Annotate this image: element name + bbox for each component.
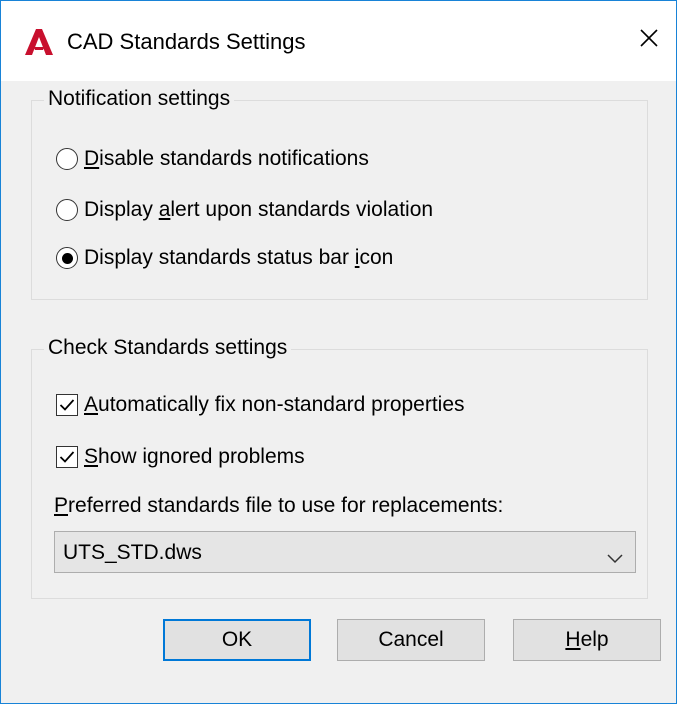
preferred-file-dropdown[interactable]: UTS_STD.dws [54,531,636,573]
radio-label: Display alert upon standards violation [84,198,434,221]
help-button[interactable]: Help [513,619,661,661]
radio-button[interactable] [56,199,78,221]
cancel-button[interactable]: Cancel [337,619,485,661]
title-bar[interactable]: CAD Standards Settings [1,1,676,81]
checkbox-show-ignored[interactable]: Show ignored problems [56,445,305,469]
radio-label: Disable standards notifications [84,147,369,170]
help-button-label: Help [565,628,609,651]
close-icon [640,29,658,53]
notification-settings-legend: Notification settings [44,87,235,111]
checkmark-icon [59,451,75,463]
close-button[interactable] [626,21,672,61]
autocad-a-icon [25,29,53,55]
checkbox[interactable] [56,394,78,416]
checkbox-auto-fix[interactable]: Automatically fix non-standard propertie… [56,393,465,417]
checkmark-icon [59,399,75,411]
ok-button-label: OK [221,628,253,651]
radio-button[interactable] [56,148,78,170]
cad-standards-settings-dialog: CAD Standards Settings Notification sett… [0,0,677,704]
radio-label: Display standards status bar icon [84,246,394,269]
preferred-file-label: Preferred standards file to use for repl… [54,494,504,517]
checkbox[interactable] [56,446,78,468]
preferred-file-value: UTS_STD.dws [63,541,202,564]
chevron-down-icon[interactable] [607,546,623,564]
checkbox-label: Show ignored problems [84,445,305,468]
radio-display-status-bar-icon[interactable]: Display standards status bar icon [56,246,393,270]
ok-button[interactable]: OK [163,619,311,661]
radio-display-alert[interactable]: Display alert upon standards violation [56,198,433,222]
cancel-button-label: Cancel [378,628,444,651]
radio-disable-notifications[interactable]: Disable standards notifications [56,147,369,171]
check-standards-settings-legend: Check Standards settings [44,336,292,360]
window-title: CAD Standards Settings [67,29,306,54]
checkbox-label: Automatically fix non-standard propertie… [84,393,465,416]
radio-button-selected[interactable] [56,247,78,269]
radio-selected-dot [61,252,73,264]
